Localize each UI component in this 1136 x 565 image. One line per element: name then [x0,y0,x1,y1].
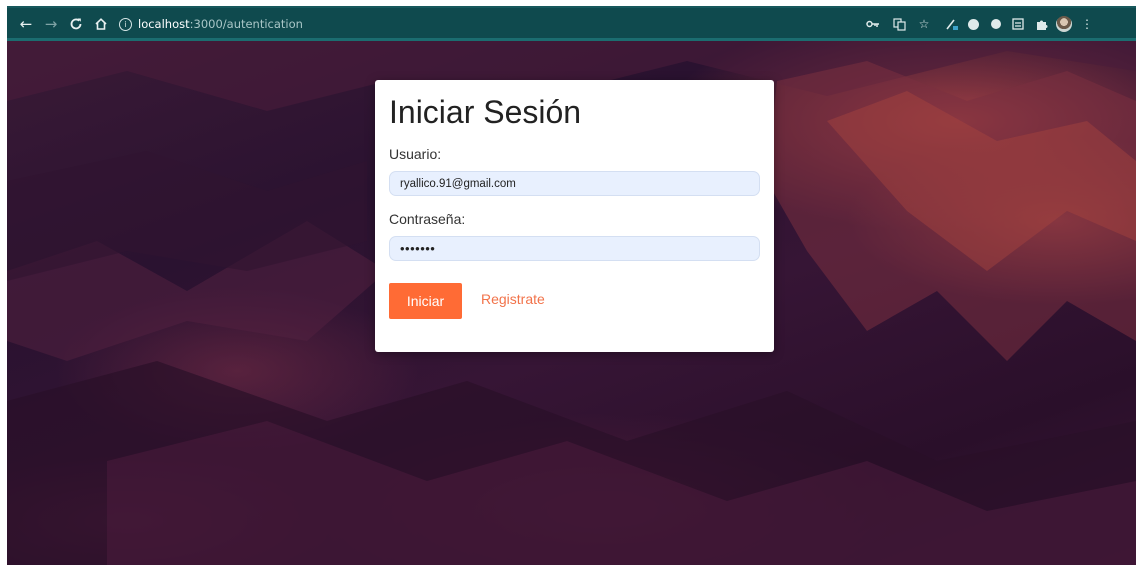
address-bar[interactable]: i localhost:3000/autentication [119,14,303,34]
register-link[interactable]: Registrate [481,291,545,307]
forward-arrow-icon[interactable]: → [42,15,60,33]
login-card: Iniciar Sesión Usuario: Contraseña: Inic… [375,80,774,352]
browser-toolbar: ← → i localhost:3000/autentication ☆ ⋮ [7,8,1136,41]
extension-icon[interactable] [965,16,981,32]
star-icon[interactable]: ☆ [916,16,932,32]
kebab-menu-icon[interactable]: ⋮ [1079,16,1095,32]
username-label: Usuario: [389,146,442,162]
info-icon[interactable]: i [119,17,132,31]
extension-icon[interactable] [944,16,960,32]
home-icon[interactable] [92,15,110,33]
key-icon[interactable] [865,16,881,32]
extension-icon[interactable] [1010,16,1026,32]
url-host: localhost [138,17,190,31]
back-arrow-icon[interactable]: ← [17,15,35,33]
page-title: Iniciar Sesión [389,94,582,130]
avatar[interactable] [1056,16,1072,32]
browser-window: ← → i localhost:3000/autentication ☆ ⋮ … [0,0,1136,565]
reload-icon[interactable] [67,15,85,33]
login-button[interactable]: Iniciar [389,283,462,319]
password-input[interactable] [389,236,760,261]
translate-icon[interactable] [891,16,907,32]
username-input[interactable] [389,171,760,196]
password-label: Contraseña: [389,211,466,227]
puzzle-icon[interactable] [1033,16,1049,32]
extension-icon[interactable] [988,16,1004,32]
url-path: :3000/autentication [189,17,303,31]
